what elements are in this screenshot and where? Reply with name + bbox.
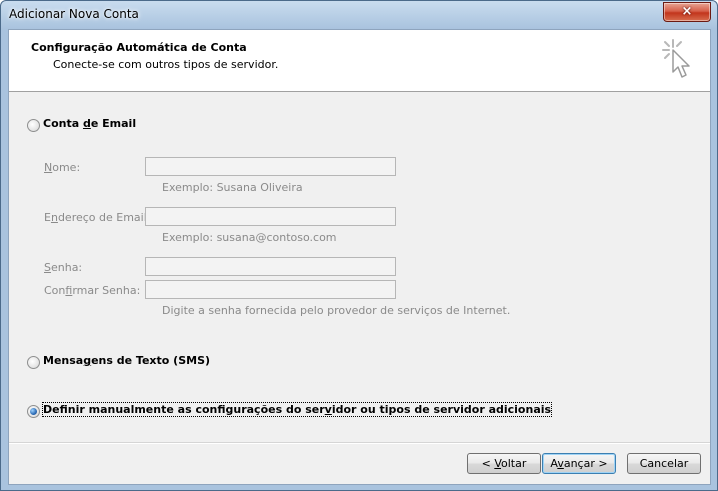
footer-separator bbox=[9, 442, 710, 444]
close-button[interactable]: × bbox=[663, 2, 711, 22]
email-input[interactable] bbox=[145, 207, 396, 226]
wizard-header: Configuração Automática de Conta Conecte… bbox=[9, 30, 710, 92]
email-account-label[interactable]: Conta de Email bbox=[43, 117, 136, 130]
manual-setup-label[interactable]: Definir manualmente as configurações do … bbox=[41, 402, 553, 417]
name-label: Nome: bbox=[44, 161, 81, 174]
window-title: Adicionar Nova Conta bbox=[9, 7, 139, 21]
email-account-radio[interactable] bbox=[27, 119, 40, 132]
manual-setup-radio[interactable] bbox=[27, 405, 40, 418]
next-button[interactable]: Avançar > bbox=[542, 453, 616, 474]
confirm-password-label: Confirmar Senha: bbox=[44, 284, 141, 297]
name-hint: Exemplo: Susana Oliveira bbox=[162, 181, 303, 194]
radio-selected-dot bbox=[30, 408, 37, 415]
close-icon: × bbox=[681, 4, 693, 19]
email-hint: Exemplo: susana@contoso.com bbox=[162, 231, 337, 244]
password-label: Senha: bbox=[44, 261, 83, 274]
password-hint: Digite a senha fornecida pelo provedor d… bbox=[162, 304, 511, 317]
dialog-client-area: Configuração Automática de Conta Conecte… bbox=[8, 29, 711, 485]
header-title: Configuração Automática de Conta bbox=[31, 41, 247, 54]
email-label: Endereço de Email: bbox=[44, 211, 151, 224]
password-input[interactable] bbox=[145, 257, 396, 276]
cursor-click-icon bbox=[662, 39, 690, 78]
title-bar[interactable]: Adicionar Nova Conta × bbox=[1, 1, 717, 29]
sms-label[interactable]: Mensagens de Texto (SMS) bbox=[43, 354, 210, 367]
dialog-window: Adicionar Nova Conta × Configuração Auto… bbox=[0, 0, 718, 491]
sms-radio[interactable] bbox=[27, 356, 40, 369]
back-button[interactable]: < Voltar bbox=[467, 453, 541, 474]
name-input[interactable] bbox=[145, 157, 396, 176]
cancel-button[interactable]: Cancelar bbox=[627, 453, 701, 474]
header-subtitle: Conecte-se com outros tipos de servidor. bbox=[53, 58, 279, 71]
confirm-password-input[interactable] bbox=[145, 280, 396, 299]
